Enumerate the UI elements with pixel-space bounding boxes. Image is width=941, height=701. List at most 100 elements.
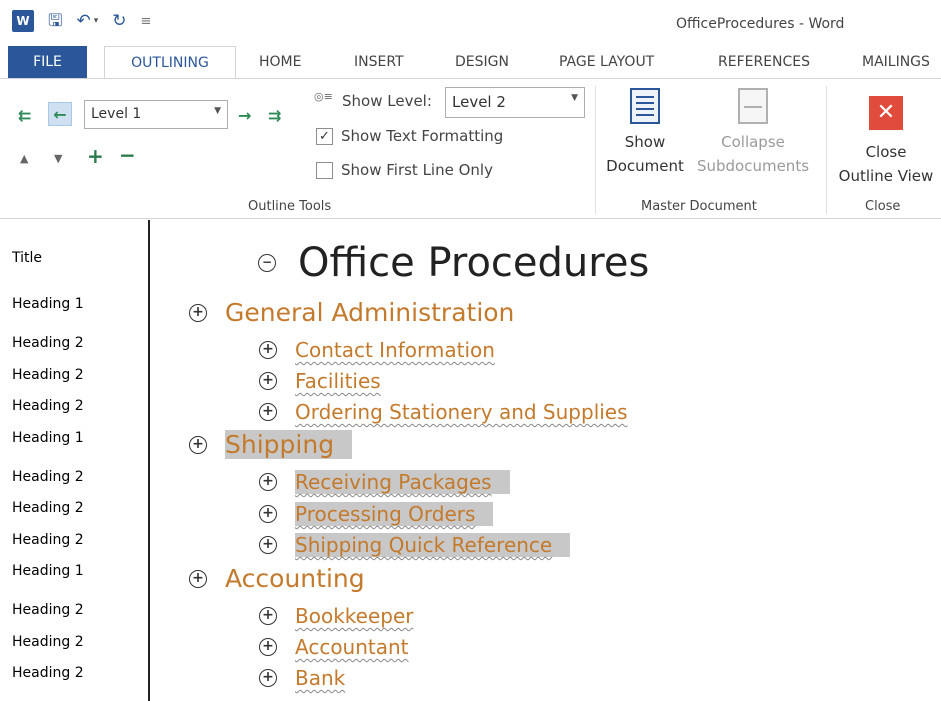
style-label: Heading 1 bbox=[12, 296, 84, 312]
show-document-label-line2: Document bbox=[606, 157, 684, 175]
expand-plus-icon[interactable]: + bbox=[259, 372, 277, 390]
expand-plus-icon[interactable]: + bbox=[189, 435, 207, 454]
heading2-text: Bookkeeper bbox=[295, 604, 414, 628]
document-area[interactable]: Title Heading 1 Heading 2 Heading 2 Head… bbox=[0, 220, 941, 701]
heading2-text: Bank bbox=[295, 666, 346, 690]
outline-heading1[interactable]: + General Administration bbox=[189, 298, 514, 327]
quick-access-toolbar: W 🖫 ↶ ▾ ↻ ≡ bbox=[12, 10, 151, 32]
customize-qat-icon[interactable]: ≡ bbox=[141, 14, 152, 29]
style-label: Heading 2 bbox=[12, 335, 84, 351]
outline-heading2[interactable]: + Processing Orders bbox=[259, 502, 494, 526]
expand-plus-icon[interactable]: + bbox=[259, 403, 277, 421]
move-up-icon[interactable]: ▲ bbox=[20, 152, 28, 165]
tab-home[interactable]: HOME bbox=[245, 46, 315, 78]
undo-icon[interactable]: ↶ bbox=[76, 10, 90, 32]
outline-heading1[interactable]: + Accounting bbox=[189, 564, 365, 593]
show-document-button[interactable]: Show Document bbox=[603, 88, 687, 178]
tab-mailings[interactable]: MAILINGS bbox=[848, 46, 941, 78]
expand-plus-icon[interactable]: + bbox=[259, 607, 277, 625]
expand-plus-icon[interactable]: + bbox=[259, 473, 277, 491]
show-level-value: Level 2 bbox=[452, 93, 506, 111]
outline-title[interactable]: − Office Procedures bbox=[258, 240, 649, 286]
heading2-text: Shipping Quick Reference bbox=[295, 533, 571, 557]
expand-plus-icon[interactable]: + bbox=[259, 505, 277, 523]
outline-heading2[interactable]: + Bookkeeper bbox=[259, 604, 413, 628]
outline-heading2[interactable]: + Bank bbox=[259, 666, 345, 690]
heading2-text: Contact Information bbox=[295, 338, 495, 362]
close-icon: ✕ bbox=[869, 96, 903, 130]
outline-level-value: Level 1 bbox=[91, 106, 142, 122]
style-label: Heading 2 bbox=[12, 367, 84, 383]
collapse-subdocuments-icon bbox=[738, 88, 768, 124]
heading2-text: Ordering Stationery and Supplies bbox=[295, 400, 628, 424]
outline-heading2[interactable]: + Receiving Packages bbox=[259, 470, 510, 494]
show-level-select[interactable]: Level 2 ▼ bbox=[445, 87, 585, 118]
tab-file[interactable]: FILE bbox=[8, 46, 87, 78]
show-first-line-only-label: Show First Line Only bbox=[341, 161, 493, 179]
promote-icon[interactable]: ← bbox=[48, 102, 72, 126]
ribbon-tabs: FILE OUTLINING HOME INSERT DESIGN PAGE L… bbox=[0, 46, 941, 79]
collapse-minus-icon[interactable]: − bbox=[258, 254, 276, 272]
undo-dropdown-icon[interactable]: ▾ bbox=[94, 16, 99, 26]
expand-plus-icon[interactable]: + bbox=[259, 536, 277, 554]
demote-to-body-text-icon[interactable]: ⇉ bbox=[268, 106, 281, 125]
checkmark-icon[interactable]: ✓ bbox=[316, 127, 333, 145]
expand-plus-icon[interactable]: + bbox=[259, 341, 277, 359]
style-label: Heading 2 bbox=[12, 398, 84, 414]
outline-heading2[interactable]: + Shipping Quick Reference bbox=[259, 533, 571, 557]
close-label-line1: Close bbox=[865, 143, 907, 161]
style-label: Heading 2 bbox=[12, 532, 84, 548]
style-label: Heading 2 bbox=[12, 665, 84, 681]
show-document-icon bbox=[630, 88, 660, 124]
heading1-text: General Administration bbox=[225, 298, 515, 327]
close-group-label: Close bbox=[865, 199, 901, 214]
show-document-label-line1: Show bbox=[624, 133, 666, 151]
outline-heading2[interactable]: + Contact Information bbox=[259, 338, 495, 362]
tab-insert[interactable]: INSERT bbox=[340, 46, 418, 78]
style-label: Heading 2 bbox=[12, 500, 84, 516]
collapse-label-line1: Collapse bbox=[721, 133, 785, 151]
collapse-label-line2: Subdocuments bbox=[696, 157, 810, 175]
window-title: OfficeProcedures - Word bbox=[676, 16, 845, 32]
outline-level-select[interactable]: Level 1 ▼ bbox=[84, 100, 228, 129]
collapse-icon[interactable]: − bbox=[119, 143, 136, 167]
outline-tools-group-label: Outline Tools bbox=[248, 199, 332, 214]
tab-outlining[interactable]: OUTLINING bbox=[104, 46, 236, 79]
title-text: Office Procedures bbox=[298, 240, 650, 286]
move-down-icon[interactable]: ▼ bbox=[54, 152, 62, 165]
tab-design[interactable]: DESIGN bbox=[441, 46, 523, 78]
title-bar: W 🖫 ↶ ▾ ↻ ≡ OfficeProcedures - Word bbox=[0, 0, 941, 46]
show-level-icon: ◎≡ bbox=[314, 90, 333, 103]
outline-heading2[interactable]: + Accountant bbox=[259, 635, 409, 659]
redo-icon[interactable]: ↻ bbox=[112, 10, 126, 32]
show-first-line-only-checkbox[interactable]: Show First Line Only bbox=[316, 161, 493, 179]
collapse-subdocuments-button[interactable]: Collapse Subdocuments bbox=[688, 88, 818, 178]
style-label: Heading 2 bbox=[12, 602, 84, 618]
heading2-text: Accountant bbox=[295, 635, 409, 659]
style-label: Heading 1 bbox=[12, 430, 84, 446]
heading2-text: Receiving Packages bbox=[295, 470, 510, 494]
expand-plus-icon[interactable]: + bbox=[189, 303, 207, 322]
group-divider bbox=[826, 86, 827, 214]
outline-heading1[interactable]: + Shipping bbox=[189, 430, 353, 459]
tab-references[interactable]: REFERENCES bbox=[704, 46, 824, 78]
show-level-label: Show Level: bbox=[342, 92, 432, 110]
style-label: Heading 1 bbox=[12, 563, 84, 579]
tab-page-layout[interactable]: PAGE LAYOUT bbox=[545, 46, 668, 78]
outline-heading2[interactable]: + Facilities bbox=[259, 369, 381, 393]
word-app-icon[interactable]: W bbox=[12, 10, 34, 32]
promote-to-heading1-icon[interactable]: ⇇ bbox=[18, 106, 31, 125]
show-text-formatting-checkbox[interactable]: ✓ Show Text Formatting bbox=[316, 127, 503, 145]
expand-plus-icon[interactable]: + bbox=[259, 669, 277, 687]
demote-icon[interactable]: → bbox=[238, 106, 251, 125]
expand-icon[interactable]: + bbox=[87, 144, 104, 168]
show-text-formatting-label: Show Text Formatting bbox=[341, 127, 504, 145]
heading2-text: Processing Orders bbox=[295, 502, 494, 526]
save-icon[interactable]: 🖫 bbox=[48, 10, 62, 32]
expand-plus-icon[interactable]: + bbox=[189, 569, 207, 588]
expand-plus-icon[interactable]: + bbox=[259, 638, 277, 656]
style-label: Heading 2 bbox=[12, 469, 84, 485]
checkbox-empty-icon[interactable] bbox=[316, 161, 333, 179]
close-outline-view-button[interactable]: ✕ Close Outline View bbox=[832, 96, 940, 188]
outline-heading2[interactable]: + Ordering Stationery and Supplies bbox=[259, 400, 628, 424]
